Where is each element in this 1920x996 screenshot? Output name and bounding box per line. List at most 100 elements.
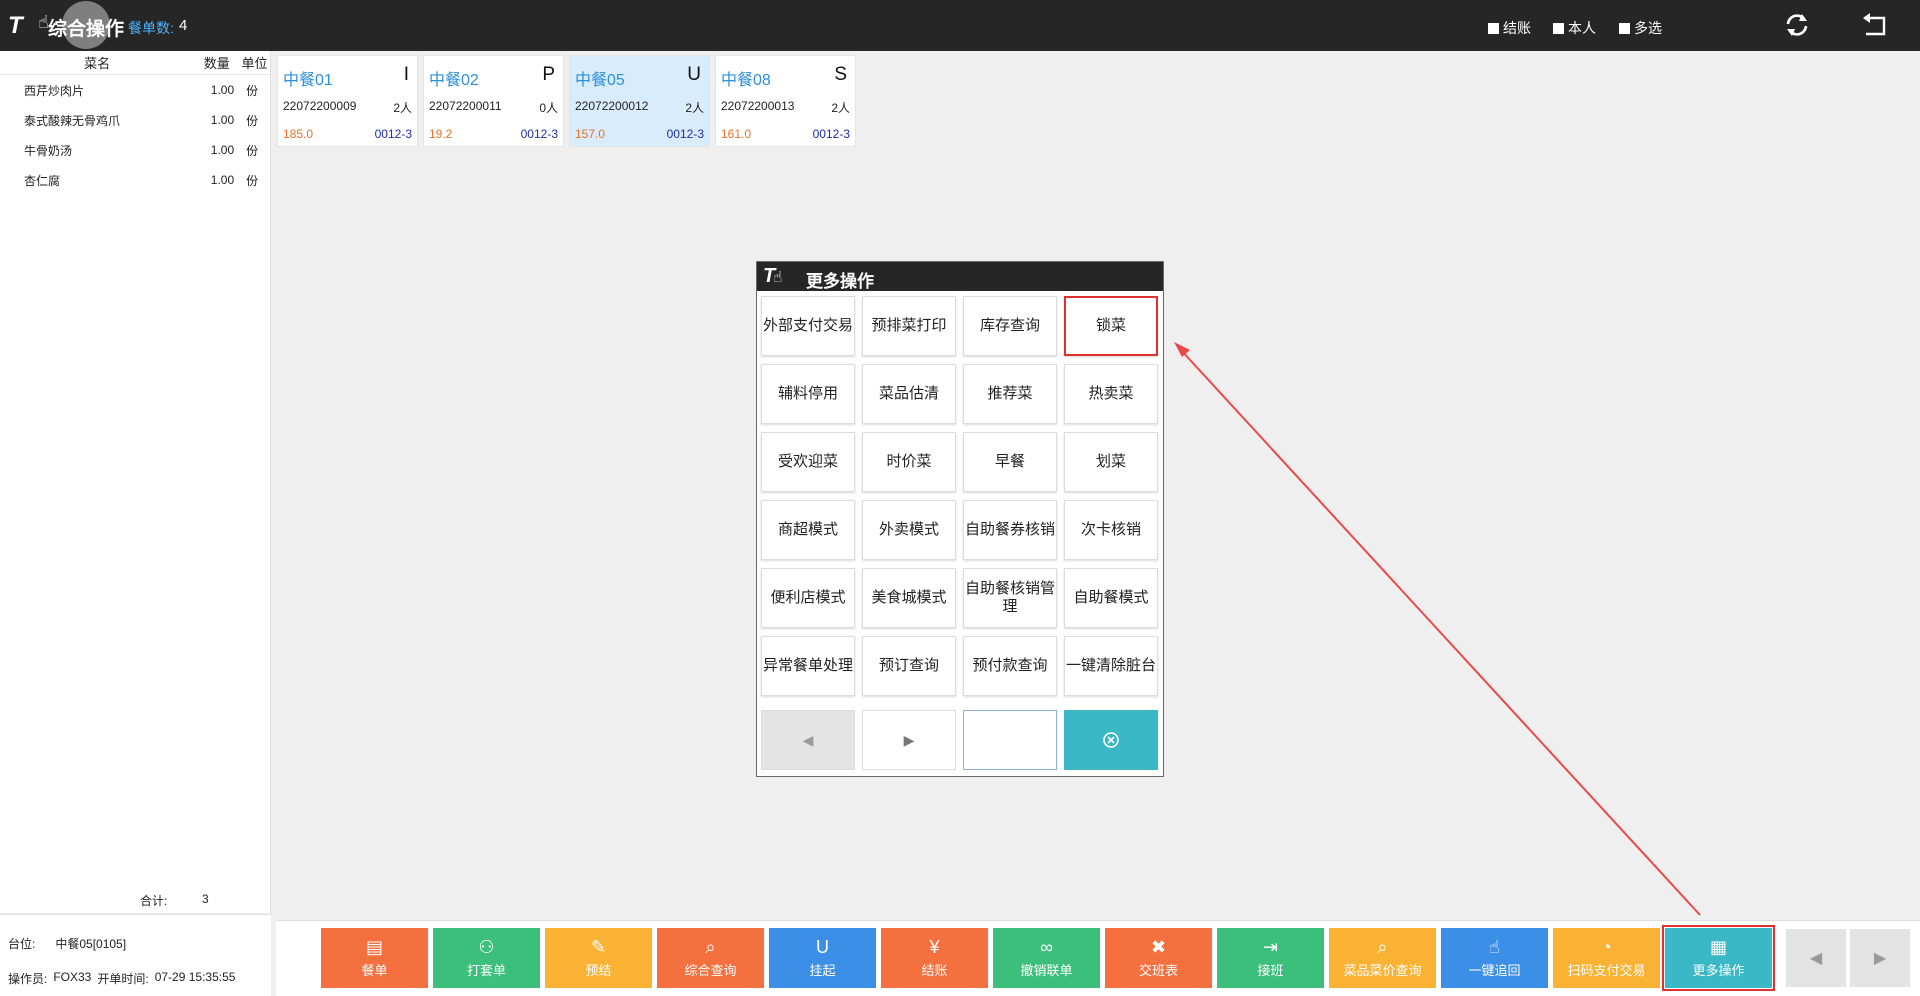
header-unit: 单位 [241,56,268,71]
dialog-title: 更多操作 [806,272,874,291]
operator-info: 操作员: FOX33 开单时间: 07-29 15:35:55 [8,970,235,987]
toolbar-next-button[interactable]: ▶ [1850,929,1910,987]
table-value: 中餐05[0105] [55,937,127,951]
toolbar-button[interactable]: ✖ 交班表 [1105,928,1212,988]
next-page-button[interactable]: ▶ [862,710,956,770]
toolbar-button[interactable]: ⌕ 菜品菜价查询 [1329,928,1436,988]
toolbar-button[interactable]: ▦ 更多操作 [1662,925,1775,991]
toolbar-icon: ☝ [1489,936,1500,957]
order-number: 22072200009 [283,99,357,113]
op-button[interactable]: 受欢迎菜 [761,432,855,492]
item-table-header: 菜名 数量 单位 [0,51,270,75]
order-amount: 157.0 [575,127,606,141]
toolbar-icon: ▦ [1709,936,1727,957]
op-button[interactable]: 划菜 [1064,432,1158,492]
op-button[interactable]: 一键清除脏台 [1064,636,1158,696]
toolbar-icon: ⇥ [1262,936,1279,957]
op-button[interactable]: 美食城模式 [862,568,956,628]
op-button[interactable]: 预排菜打印 [862,296,956,356]
item-row[interactable]: 西芹炒肉片 1.00 份 [0,75,270,105]
checkbox-checkout[interactable]: 结账 [1488,18,1531,38]
item-qty: 1.00 [210,173,235,187]
item-row[interactable]: 牛骨奶汤 1.00 份 [0,135,270,165]
checkbox-self[interactable]: 本人 [1553,18,1596,38]
order-code: 0012-3 [374,127,412,141]
op-button[interactable]: 自助餐核销管理 [963,568,1057,628]
op-button[interactable]: 次卡核销 [1064,500,1158,560]
op-button[interactable]: 早餐 [963,432,1057,492]
op-button[interactable]: 外部支付交易 [761,296,855,356]
order-amount: 161.0 [721,127,752,141]
toolbar-button[interactable]: ⇥ 接班 [1217,928,1324,988]
refresh-icon[interactable] [1782,10,1812,40]
op-button[interactable]: 预付款查询 [963,636,1057,696]
toolbar-icon: ∞ [1040,936,1053,957]
order-table-name: 中餐05 [575,72,625,89]
op-button[interactable]: 库存查询 [963,296,1057,356]
checkbox-box[interactable] [1619,22,1630,34]
toolbar-button[interactable]: ☝ 一键追回 [1441,928,1548,988]
table-label: 台位: [8,937,36,951]
order-number: 22072200011 [429,99,502,113]
top-bar: T ☝ 综合操作 餐单数: 4 结账 本人 多选 [0,0,1920,51]
clear-button[interactable] [1064,710,1158,770]
op-button[interactable]: 商超模式 [761,500,855,560]
item-name: 牛骨奶汤 [24,143,73,158]
checkbox-multi-select[interactable]: 多选 [1619,18,1662,38]
order-card[interactable]: 中餐02 P 22072200011 0人 19.2 0012-3 [423,55,564,147]
toolbar-button[interactable]: ⌕ 综合查询 [657,928,764,988]
op-button[interactable]: 菜品估清 [862,364,956,424]
order-card-selected[interactable]: 中餐05 U 22072200012 2人 157.0 0012-3 [569,55,710,147]
item-name: 泰式酸辣无骨鸡爪 [24,113,121,128]
toolbar-button[interactable]: ⚇ 打套单 [433,928,540,988]
item-row[interactable]: 泰式酸辣无骨鸡爪 1.00 份 [0,105,270,135]
toolbar-icon: ▤ [365,936,383,957]
op-button[interactable]: 自助餐模式 [1064,568,1158,628]
op-button[interactable]: 异常餐单处理 [761,636,855,696]
toolbar-button[interactable]: ∞ 撤销联单 [993,928,1100,988]
op-button[interactable]: 外卖模式 [862,500,956,560]
toolbar-button-label: 综合查询 [684,962,737,978]
op-button[interactable]: 辅料停用 [761,364,855,424]
op-button[interactable]: 预订查询 [862,636,956,696]
checkbox-box[interactable] [1488,22,1499,34]
toolbar-button[interactable]: ▤ 餐单 [321,928,428,988]
order-number: 22072200013 [721,99,795,113]
order-card[interactable]: 中餐08 S 22072200013 2人 161.0 0012-3 [715,55,856,147]
toolbar-icon: ⌕ [1377,936,1388,957]
order-people: 2人 [685,101,704,115]
toolbar-button[interactable]: ◔ 扫码支付交易 [1553,928,1660,988]
triangle-left-icon: ◀ [802,731,814,748]
toolbar-button[interactable]: U 挂起 [769,928,876,988]
op-button[interactable]: 自助餐券核销 [963,500,1057,560]
back-icon[interactable] [1860,10,1890,40]
toolbar-button[interactable]: ¥ 结账 [881,928,988,988]
more-operations-dialog: T☝ 更多操作 外部支付交易 预排菜打印 库存查询 锁菜 辅料停用 菜品估清 推… [756,261,1164,777]
checkbox-box[interactable] [1553,22,1564,34]
item-row[interactable]: 杏仁腐 1.00 份 [0,165,270,195]
toolbar-button-label: 交班表 [1138,962,1178,978]
table-info: 台位: 中餐05[0105] [8,935,126,952]
order-status: P [542,64,555,85]
toolbar-button-label: 预结 [585,962,612,978]
search-input[interactable] [963,710,1057,770]
order-number: 22072200012 [575,99,649,113]
operator-label: 操作员: [8,972,48,986]
toolbar-prev-button[interactable]: ◀ [1786,929,1846,987]
order-card[interactable]: 中餐01 I 22072200009 2人 185.0 0012-3 [277,55,418,147]
toolbar-button-label: 更多操作 [1692,962,1745,978]
lock-dish-button[interactable]: 锁菜 [1064,296,1158,356]
hand-icon: ☝ [38,12,49,32]
op-button[interactable]: 时价菜 [862,432,956,492]
op-button[interactable]: 热卖菜 [1064,364,1158,424]
toolbar-icon: ⚇ [478,936,495,957]
toolbar-button[interactable]: ✎ 预结 [545,928,652,988]
order-status: U [687,64,701,85]
order-table-name: 中餐08 [721,72,771,89]
prev-page-button[interactable]: ◀ [761,710,855,770]
op-button[interactable]: 便利店模式 [761,568,855,628]
order-status: S [834,64,847,85]
operations-grid: 外部支付交易 预排菜打印 库存查询 锁菜 辅料停用 菜品估清 推荐菜 热卖菜 受… [761,296,1161,696]
order-amount: 19.2 [429,127,453,141]
op-button[interactable]: 推荐菜 [963,364,1057,424]
